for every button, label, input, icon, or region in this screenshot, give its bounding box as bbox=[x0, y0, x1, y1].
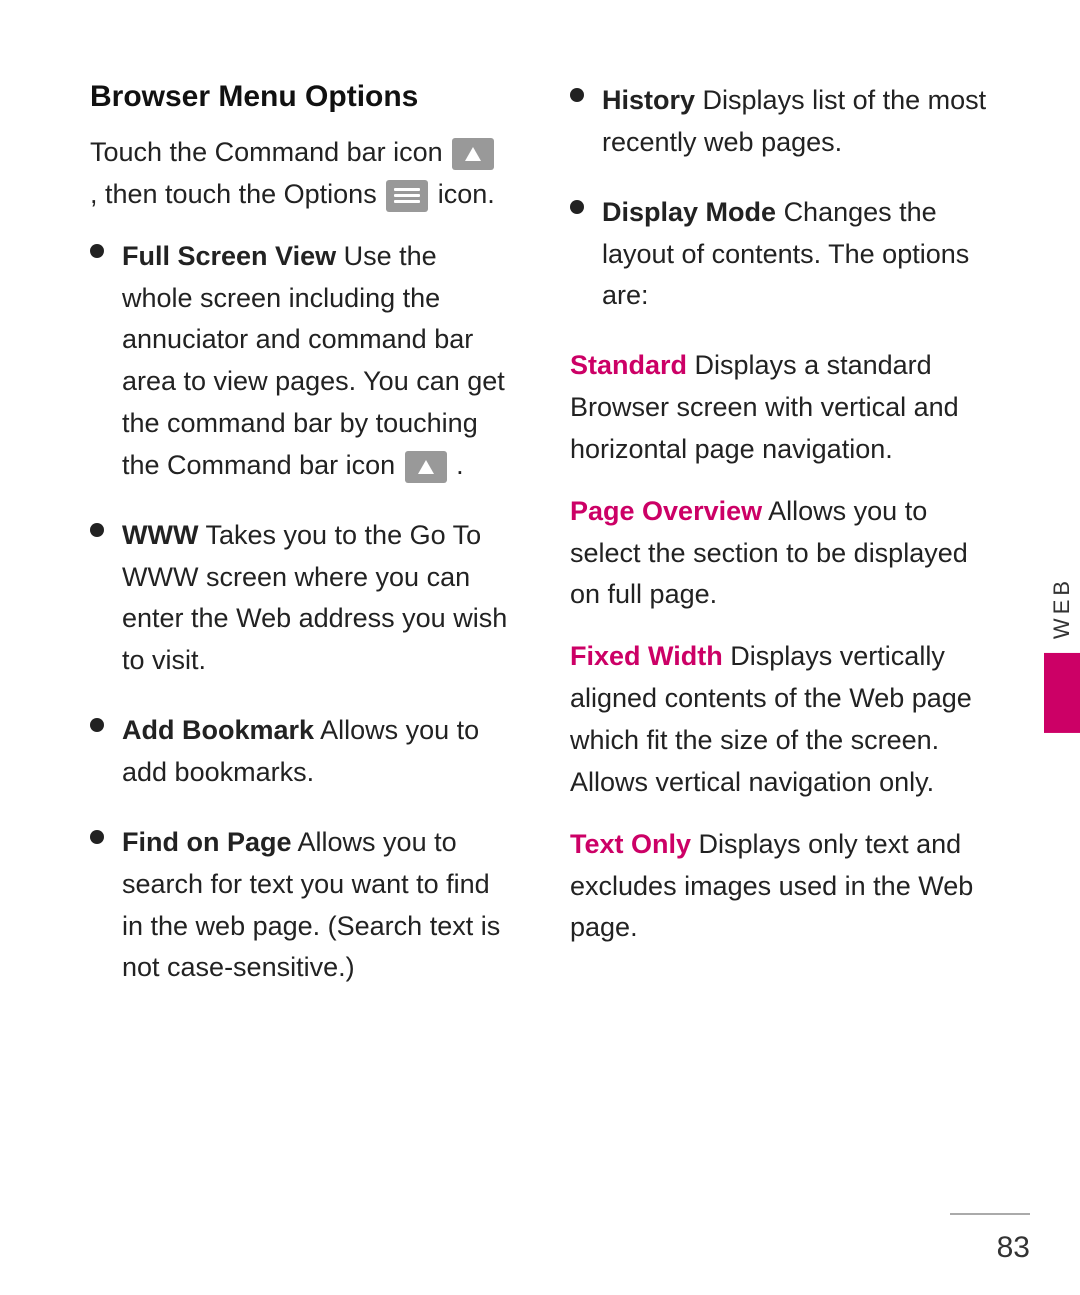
section-title: Browser Menu Options bbox=[90, 80, 510, 114]
options-icon bbox=[386, 180, 428, 212]
two-column-layout: Browser Menu Options Touch the Command b… bbox=[90, 80, 990, 1235]
term-displaymode: Display Mode bbox=[602, 197, 776, 227]
bullet-dot-displaymode bbox=[570, 200, 584, 214]
intro-line2: , then touch the Options bbox=[90, 179, 377, 209]
side-tab-web: WEB bbox=[1044, 562, 1080, 732]
sub-section-displaymode: Standard Displays a standard Browser scr… bbox=[570, 345, 990, 949]
intro-line1: Touch the Command bar icon bbox=[90, 137, 443, 167]
bullet-text-history: History Displays list of the most recent… bbox=[602, 80, 990, 164]
list-item-www: WWW Takes you to the Go To WWW screen wh… bbox=[90, 515, 510, 682]
desc-fullscreen: Use the whole screen including the annuc… bbox=[122, 241, 505, 480]
term-textonly: Text Only bbox=[570, 829, 691, 859]
bullet-dot-history bbox=[570, 88, 584, 102]
page-content: Browser Menu Options Touch the Command b… bbox=[0, 0, 1080, 1295]
left-bullet-list: Full Screen View Use the whole screen in… bbox=[90, 236, 510, 990]
side-tab-label: WEB bbox=[1049, 562, 1075, 652]
sub-item-pageoverview: Page Overview Allows you to select the s… bbox=[570, 491, 990, 617]
desc-fullscreen-end: . bbox=[456, 450, 464, 480]
term-www: WWW bbox=[122, 520, 198, 550]
term-fullscreen: Full Screen View bbox=[122, 241, 336, 271]
bullet-dot-findonpage bbox=[90, 830, 104, 844]
list-item-bookmark: Add Bookmark Allows you to add bookmarks… bbox=[90, 710, 510, 794]
term-pageoverview: Page Overview bbox=[570, 496, 762, 526]
left-column: Browser Menu Options Touch the Command b… bbox=[90, 80, 510, 1235]
bullet-text-fullscreen: Full Screen View Use the whole screen in… bbox=[122, 236, 510, 487]
intro-text: Touch the Command bar icon , then touch … bbox=[90, 132, 510, 216]
bullet-text-findonpage: Find on Page Allows you to search for te… bbox=[122, 822, 510, 989]
bullet-dot bbox=[90, 244, 104, 258]
bullet-dot-www bbox=[90, 523, 104, 537]
list-item-displaymode: Display Mode Changes the layout of conte… bbox=[570, 192, 990, 318]
bullet-text-bookmark: Add Bookmark Allows you to add bookmarks… bbox=[122, 710, 510, 794]
list-item-findonpage: Find on Page Allows you to search for te… bbox=[90, 822, 510, 989]
sub-item-standard: Standard Displays a standard Browser scr… bbox=[570, 345, 990, 471]
side-tab-bar bbox=[1044, 653, 1080, 733]
right-bullet-list: History Displays list of the most recent… bbox=[570, 80, 990, 317]
bullet-text-displaymode: Display Mode Changes the layout of conte… bbox=[602, 192, 990, 318]
bullet-text-www: WWW Takes you to the Go To WWW screen wh… bbox=[122, 515, 510, 682]
page-number: 83 bbox=[997, 1231, 1030, 1265]
term-findonpage: Find on Page bbox=[122, 827, 292, 857]
term-bookmark: Add Bookmark bbox=[122, 715, 314, 745]
list-item-history: History Displays list of the most recent… bbox=[570, 80, 990, 164]
term-history: History bbox=[602, 85, 695, 115]
page-bottom: 83 bbox=[0, 1231, 1080, 1295]
intro-line3: icon bbox=[438, 179, 488, 209]
sub-item-fixedwidth: Fixed Width Displays vertically aligned … bbox=[570, 636, 990, 803]
list-item-fullscreen: Full Screen View Use the whole screen in… bbox=[90, 236, 510, 487]
command-bar-icon bbox=[452, 138, 494, 170]
right-column: History Displays list of the most recent… bbox=[570, 80, 990, 1235]
command-bar-icon-2 bbox=[405, 451, 447, 483]
bullet-dot-bookmark bbox=[90, 718, 104, 732]
term-standard: Standard bbox=[570, 350, 687, 380]
term-fixedwidth: Fixed Width bbox=[570, 641, 723, 671]
page-divider bbox=[950, 1213, 1030, 1215]
sub-item-textonly: Text Only Displays only text and exclude… bbox=[570, 824, 990, 950]
